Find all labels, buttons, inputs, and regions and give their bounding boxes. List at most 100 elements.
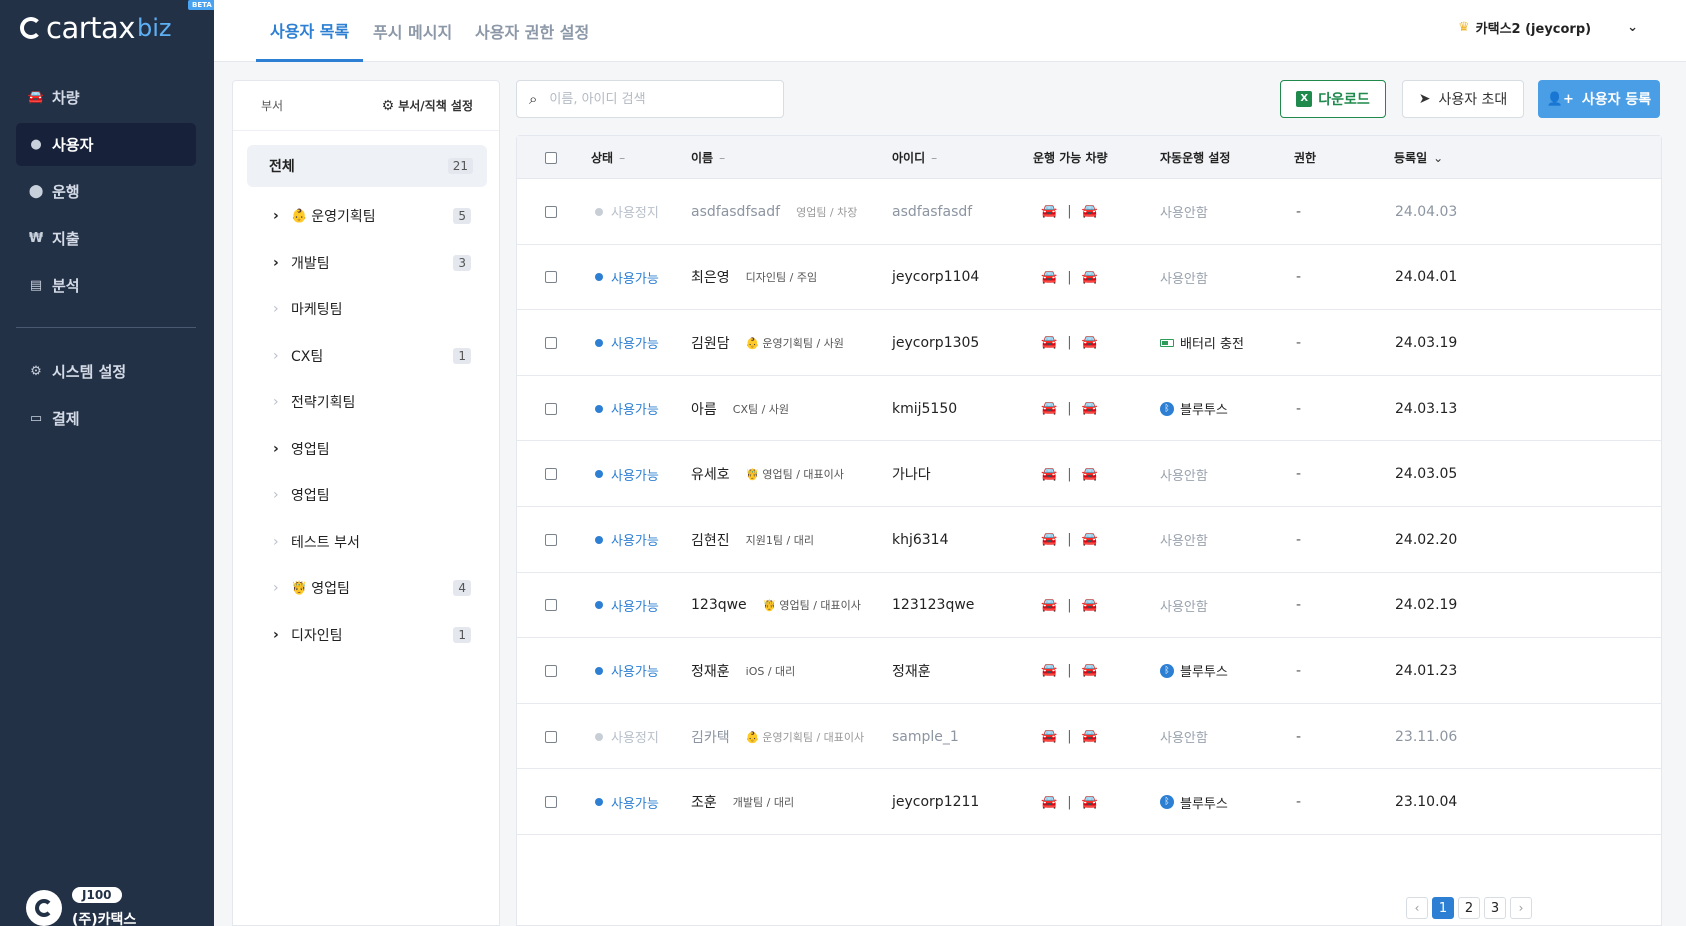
table-row[interactable]: 사용가능 아름 CX팀 / 사원 kmij5150 🚘 | 🚘 ᛒ 블루투스 - 24.03.13: [517, 376, 1661, 442]
table-row[interactable]: 사용가능 유세호 🤴 영업팀 / 대표이사 가나다 🚘 | 🚘 사용안함 - 24.03.05: [517, 441, 1661, 507]
column-name[interactable]: 이름 –: [691, 136, 725, 179]
sidebar-item-card[interactable]: ▭ 결제: [16, 397, 196, 440]
row-checkbox[interactable]: [545, 310, 557, 376]
department-item[interactable]: › 영업팀: [273, 472, 479, 519]
vehicle-cell: 🚘 | 🚘: [1041, 704, 1098, 770]
sidebar-item-label: 운행: [52, 183, 80, 201]
table-row[interactable]: 사용가능 조훈 개발팀 / 대리 jeycorp1211 🚘 | 🚘 ᛒ 블루투스 - 23.10.…: [517, 769, 1661, 835]
department-item[interactable]: › 👶 운영기획팀 5: [273, 193, 479, 240]
select-all-checkbox[interactable]: [545, 136, 557, 179]
registered-date: 24.03.19: [1395, 334, 1458, 351]
page-button[interactable]: 2: [1458, 897, 1480, 919]
sidebar-item-user[interactable]: ● 사용자: [16, 123, 196, 166]
sidebar-item-car[interactable]: 🚘 차량: [16, 76, 196, 119]
column-status[interactable]: 상태 –: [591, 136, 625, 179]
pagination: ‹ 1 2 3 ›: [1402, 897, 1532, 919]
table-row[interactable]: 사용가능 김원담 👶 운영기획팀 / 사원 jeycorp1305 🚘 | 🚘 배터리 충전 - 2…: [517, 310, 1661, 376]
status-cell: 사용가능: [595, 638, 659, 704]
column-id[interactable]: 아이디 –: [892, 136, 937, 179]
user-department: iOS / 대리: [746, 663, 796, 679]
row-checkbox[interactable]: [545, 245, 557, 311]
department-item[interactable]: › 디자인팀 1: [273, 612, 479, 659]
user-department: CX팀 / 사원: [733, 401, 789, 417]
top-bar: 사용자 목록 푸시 메시지 사용자 권한 설정 ♛ 카택스2 (jeycorp)…: [214, 0, 1686, 62]
chevron-right-icon: ›: [273, 301, 279, 318]
download-button[interactable]: X 다운로드: [1280, 80, 1386, 118]
registered-date: 24.04.01: [1395, 269, 1458, 286]
tab-user-list[interactable]: 사용자 목록: [256, 0, 364, 62]
sidebar-item-location-pin[interactable]: ⬤ 운행: [16, 170, 196, 213]
department-emoji-icon: 🤴: [745, 468, 760, 482]
row-checkbox[interactable]: [545, 638, 557, 704]
status-label: 사용가능: [611, 534, 659, 550]
department-item[interactable]: › 🤴 영업팀 4: [273, 565, 479, 612]
row-checkbox[interactable]: [545, 704, 557, 770]
department-item-label: 영업팀: [311, 581, 350, 598]
table-row[interactable]: 사용가능 123qwe 🤴 영업팀 / 대표이사 123123qwe 🚘 | 🚘 사용안함 - 24…: [517, 573, 1661, 639]
permission-cell: -: [1296, 794, 1302, 811]
department-item[interactable]: › 전략기획팀: [273, 379, 479, 426]
registered-date: 24.02.20: [1395, 531, 1458, 548]
name-cell: 김원담 👶 운영기획팀 / 사원: [691, 310, 844, 376]
page-button[interactable]: 3: [1484, 897, 1506, 919]
status-dot-icon: [595, 798, 603, 807]
department-settings-label: 부서/직책 설정: [398, 99, 473, 113]
status-cell: 사용가능: [595, 245, 659, 311]
sidebar-item-chart[interactable]: ▤ 분석: [16, 264, 196, 307]
sidebar-item-won[interactable]: ₩ 지출: [16, 217, 196, 260]
car-icon: 🚘: [1041, 269, 1058, 285]
department-item[interactable]: › 개발팀 3: [273, 240, 479, 287]
row-checkbox[interactable]: [545, 179, 557, 245]
account-menu[interactable]: ♛ 카택스2 (jeycorp) ⌄: [1458, 18, 1638, 37]
app-logo[interactable]: cartax biz: [20, 10, 171, 46]
divider: |: [1067, 597, 1072, 613]
column-date[interactable]: 등록일 ⌄: [1394, 136, 1443, 179]
chevron-right-icon[interactable]: ›: [273, 255, 291, 271]
divider: |: [1067, 335, 1072, 351]
chevron-right-icon[interactable]: ›: [273, 208, 291, 224]
department-all[interactable]: 전체 21: [247, 145, 487, 187]
table-row[interactable]: 사용가능 김현진 지원1팀 / 대리 khj6314 🚘 | 🚘 사용안함 - 24.02.20: [517, 507, 1661, 573]
register-user-label: 사용자 등록: [1581, 92, 1652, 108]
row-checkbox[interactable]: [545, 573, 557, 639]
table-row[interactable]: 사용정지 asdfasdfsadf 영업팀 / 차장 asdfasfasdf 🚘 | 🚘 사용…: [517, 179, 1661, 245]
department-item[interactable]: › CX팀 1: [273, 333, 479, 380]
tab-push-message[interactable]: 푸시 메시지: [373, 0, 452, 62]
register-user-button[interactable]: 👤+ 사용자 등록: [1538, 80, 1660, 118]
car-icon: 🚘: [27, 90, 45, 105]
next-page-button[interactable]: ›: [1510, 897, 1532, 919]
department-item[interactable]: › 마케팅팀: [273, 286, 479, 333]
row-checkbox[interactable]: [545, 769, 557, 835]
department-item-count: 4: [453, 580, 471, 597]
row-checkbox[interactable]: [545, 376, 557, 442]
page-button[interactable]: 1: [1432, 897, 1454, 919]
department-settings-button[interactable]: ⚙ 부서/직책 설정: [382, 97, 473, 114]
invite-user-button[interactable]: ➤ 사용자 초대: [1402, 80, 1524, 118]
chevron-right-icon[interactable]: ›: [273, 627, 291, 643]
table-row[interactable]: 사용정지 김카택 👶 운영기획팀 / 대표이사 sample_1 🚘 | 🚘 사용안함 - 23.1…: [517, 704, 1661, 770]
table-row[interactable]: 사용가능 최은영 디자인팀 / 주임 jeycorp1104 🚘 | 🚘 사용안함 - 24.04…: [517, 245, 1661, 311]
company-profile[interactable]: J100 (주)카택스: [26, 884, 136, 926]
prev-page-button[interactable]: ‹: [1406, 897, 1428, 919]
user-id: jeycorp1305: [892, 334, 980, 351]
user-department: 디자인팀 / 주임: [746, 269, 817, 285]
status-label: 사용가능: [611, 468, 659, 484]
user-id: asdfasfasdf: [892, 203, 973, 220]
sidebar-item-gear[interactable]: ⚙ 시스템 설정: [16, 350, 196, 393]
row-checkbox[interactable]: [545, 441, 557, 507]
user-name: 정재훈: [691, 663, 730, 680]
user-id: jeycorp1104: [892, 269, 980, 286]
department-item[interactable]: › 테스트 부서: [273, 519, 479, 566]
department-item[interactable]: › 영업팀: [273, 426, 479, 473]
divider: |: [1067, 466, 1072, 482]
user-department-label: 디자인팀 / 주임: [745, 271, 818, 285]
search-input[interactable]: [549, 91, 770, 107]
user-id: sample_1: [892, 728, 959, 745]
car-icon: 🚘: [1041, 729, 1058, 745]
row-checkbox[interactable]: [545, 507, 557, 573]
auto-drive-label: 사용안함: [1160, 271, 1208, 287]
tab-user-permissions[interactable]: 사용자 권한 설정: [475, 0, 589, 62]
user-id: khj6314: [892, 531, 949, 548]
table-row[interactable]: 사용가능 정재훈 iOS / 대리 정재훈 🚘 | 🚘 ᛒ 블루투스 - 24.01.23: [517, 638, 1661, 704]
chevron-right-icon[interactable]: ›: [273, 441, 291, 457]
